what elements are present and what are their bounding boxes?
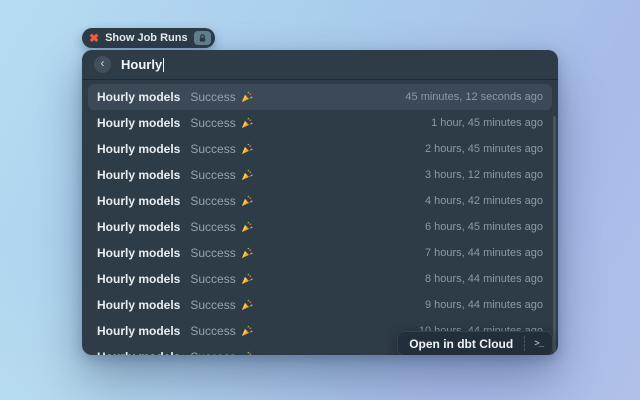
job-run-status: Success: [190, 350, 252, 355]
job-run-status: Success: [190, 90, 252, 104]
job-run-title: Hourly models: [97, 220, 180, 234]
job-run-row[interactable]: Hourly models Success 7 hours, 44 minute…: [88, 240, 552, 266]
search-bar: ‹ Hourly: [82, 50, 558, 80]
job-run-row[interactable]: Hourly models Success 1 hour, 45 minutes…: [88, 110, 552, 136]
job-run-title: Hourly models: [97, 246, 180, 260]
job-run-title: Hourly models: [97, 194, 180, 208]
rows-container: Hourly models Success 45 minutes, 12 sec…: [88, 84, 552, 355]
job-run-timestamp: 45 minutes, 12 seconds ago: [405, 91, 543, 103]
command-pill[interactable]: ✖ Show Job Runs: [82, 28, 215, 48]
party-popper-icon: [241, 273, 253, 285]
party-popper-icon: [241, 299, 253, 311]
command-pill-label: Show Job Runs: [105, 32, 188, 44]
job-run-title: Hourly models: [97, 168, 180, 182]
job-run-status: Success: [190, 194, 252, 208]
job-run-row[interactable]: Hourly models Success 45 minutes, 12 sec…: [88, 84, 552, 110]
party-popper-icon: [241, 143, 253, 155]
scrollbar[interactable]: [553, 116, 556, 355]
search-value: Hourly: [121, 57, 162, 72]
job-run-title: Hourly models: [97, 272, 180, 286]
lock-icon: [194, 31, 211, 45]
job-run-timestamp: 8 hours, 44 minutes ago: [425, 273, 543, 285]
job-run-timestamp: 7 hours, 44 minutes ago: [425, 247, 543, 259]
job-run-timestamp: 9 hours, 44 minutes ago: [425, 299, 543, 311]
job-run-timestamp: 3 hours, 12 minutes ago: [425, 169, 543, 181]
job-run-row[interactable]: Hourly models Success 8 hours, 44 minute…: [88, 266, 552, 292]
party-popper-icon: [241, 247, 253, 259]
job-run-status: Success: [190, 168, 252, 182]
raycast-window: ‹ Hourly Hourly models Success 45 minute…: [82, 50, 558, 355]
dbt-logo-icon: ✖: [89, 32, 99, 43]
job-run-status: Success: [190, 298, 252, 312]
back-button[interactable]: ‹: [94, 56, 111, 73]
job-runs-list: Hourly models Success 45 minutes, 12 sec…: [82, 80, 558, 355]
open-in-dbt-cloud-button[interactable]: Open in dbt Cloud >_: [397, 331, 553, 355]
party-popper-icon: [241, 351, 253, 355]
job-run-timestamp: 2 hours, 45 minutes ago: [425, 143, 543, 155]
search-input[interactable]: Hourly: [121, 57, 164, 72]
party-popper-icon: [241, 221, 253, 233]
job-run-timestamp: 4 hours, 42 minutes ago: [425, 195, 543, 207]
party-popper-icon: [241, 195, 253, 207]
job-run-status: Success: [190, 246, 252, 260]
job-run-row[interactable]: Hourly models Success 9 hours, 44 minute…: [88, 292, 552, 318]
job-run-title: Hourly models: [97, 142, 180, 156]
job-run-timestamp: 1 hour, 45 minutes ago: [431, 117, 543, 129]
job-run-status: Success: [190, 116, 252, 130]
job-run-status: Success: [190, 142, 252, 156]
job-run-status: Success: [190, 324, 252, 338]
job-run-status: Success: [190, 220, 252, 234]
party-popper-icon: [241, 325, 253, 337]
job-run-row[interactable]: Hourly models Success 4 hours, 42 minute…: [88, 188, 552, 214]
text-caret: [163, 58, 164, 72]
job-run-title: Hourly models: [97, 116, 180, 130]
party-popper-icon: [241, 91, 253, 103]
enter-key-icon: >_: [525, 339, 552, 349]
job-run-row[interactable]: Hourly models Success 3 hours, 12 minute…: [88, 162, 552, 188]
party-popper-icon: [241, 117, 253, 129]
party-popper-icon: [241, 169, 253, 181]
job-run-title: Hourly models: [97, 350, 180, 355]
job-run-title: Hourly models: [97, 298, 180, 312]
action-label: Open in dbt Cloud: [398, 337, 524, 351]
job-run-timestamp: 6 hours, 45 minutes ago: [425, 221, 543, 233]
job-run-row[interactable]: Hourly models Success 2 hours, 45 minute…: [88, 136, 552, 162]
job-run-status: Success: [190, 272, 252, 286]
job-run-row[interactable]: Hourly models Success 6 hours, 45 minute…: [88, 214, 552, 240]
job-run-title: Hourly models: [97, 90, 180, 104]
job-run-title: Hourly models: [97, 324, 180, 338]
